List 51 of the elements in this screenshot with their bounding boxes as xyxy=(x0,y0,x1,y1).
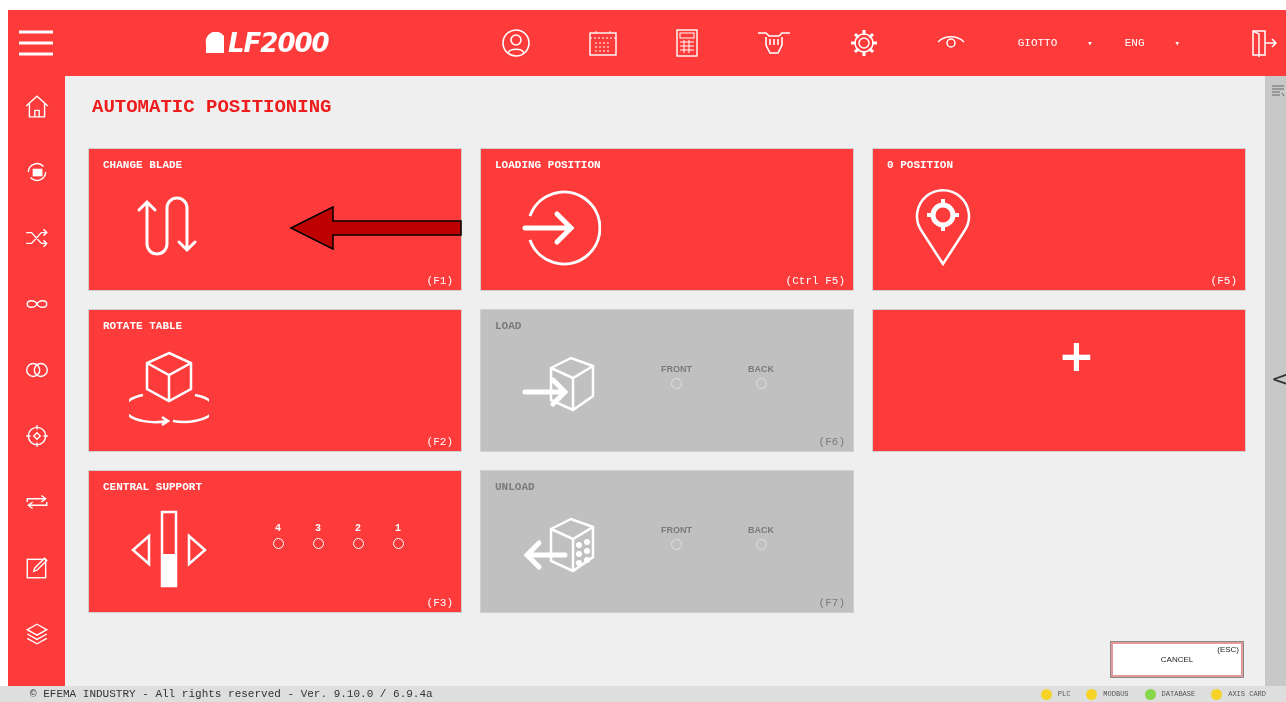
action-tile[interactable]: 0 POSITION (F5) xyxy=(872,148,1246,291)
logo-mark-icon xyxy=(204,32,226,54)
action-tile[interactable]: + xyxy=(872,309,1246,452)
option-label: BACK xyxy=(748,364,774,374)
user-icon[interactable] xyxy=(500,28,531,58)
action-tile[interactable]: ROTATE TABLE (F2) xyxy=(88,309,462,452)
calendar-icon[interactable] xyxy=(587,29,618,57)
shortcut-label: (F2) xyxy=(426,436,453,448)
user-name[interactable]: GIOTTO xyxy=(1017,37,1058,49)
shortcut-label: (F7) xyxy=(818,597,845,609)
calculator-icon[interactable] xyxy=(674,29,699,57)
tile-title: 0 POSITION xyxy=(887,159,953,171)
action-tile[interactable]: CHANGE BLADE (F1) xyxy=(88,148,462,291)
tile-title: LOAD xyxy=(495,320,522,332)
tile-title: CHANGE BLADE xyxy=(103,159,183,171)
option-label: BACK xyxy=(748,525,774,535)
tile-title: ROTATE TABLE xyxy=(103,320,183,332)
language-label[interactable]: ENG xyxy=(1124,37,1145,49)
shortcut-label: (F3) xyxy=(426,597,453,609)
caret-icon[interactable]: ▾ xyxy=(1087,37,1093,49)
central-support-icon xyxy=(129,510,209,590)
copyright-text: © EFEMA INDUSTRY - All rights reserved - Ver. 9.10.0 / 6.9.4a xyxy=(30,688,433,700)
logout-icon[interactable] xyxy=(1249,29,1278,57)
tile-title: LOADING POSITION xyxy=(495,159,601,171)
shortcut-label: (F5) xyxy=(1210,275,1237,287)
option-label: 3 xyxy=(315,523,321,534)
option-label: FRONT xyxy=(661,525,692,535)
hand-tool-icon[interactable] xyxy=(755,29,792,57)
add-icon: + xyxy=(1058,334,1095,378)
rotating-cube-icon xyxy=(129,349,209,429)
target-icon[interactable] xyxy=(23,423,50,449)
option-label: 1 xyxy=(395,523,401,534)
tile-title: CENTRAL SUPPORT xyxy=(103,481,203,493)
layers-icon[interactable] xyxy=(23,621,50,647)
cancel-button[interactable]: (ESC) CANCEL xyxy=(1111,642,1243,677)
option-label: 2 xyxy=(355,523,361,534)
shortcut-label: (F1) xyxy=(426,275,453,287)
shortcut-label: (F6) xyxy=(818,436,845,448)
action-tile[interactable]: LOADING POSITION (Ctrl F5) xyxy=(480,148,854,291)
location-pin-icon xyxy=(913,188,973,268)
logo: LF2000 xyxy=(228,28,329,58)
page-title: AUTOMATIC POSITIONING xyxy=(92,96,333,118)
caret-icon[interactable]: ▾ xyxy=(1174,37,1180,49)
menu-icon[interactable] xyxy=(18,29,54,57)
option-label: FRONT xyxy=(661,364,692,374)
home-icon[interactable] xyxy=(23,93,50,119)
tile-title: UNLOAD xyxy=(495,481,535,493)
option-label: 4 xyxy=(275,523,281,534)
settings-icon[interactable] xyxy=(848,28,879,58)
arrow-in-circle-icon xyxy=(521,188,601,268)
shortcut-label: (Ctrl F5) xyxy=(785,275,845,287)
